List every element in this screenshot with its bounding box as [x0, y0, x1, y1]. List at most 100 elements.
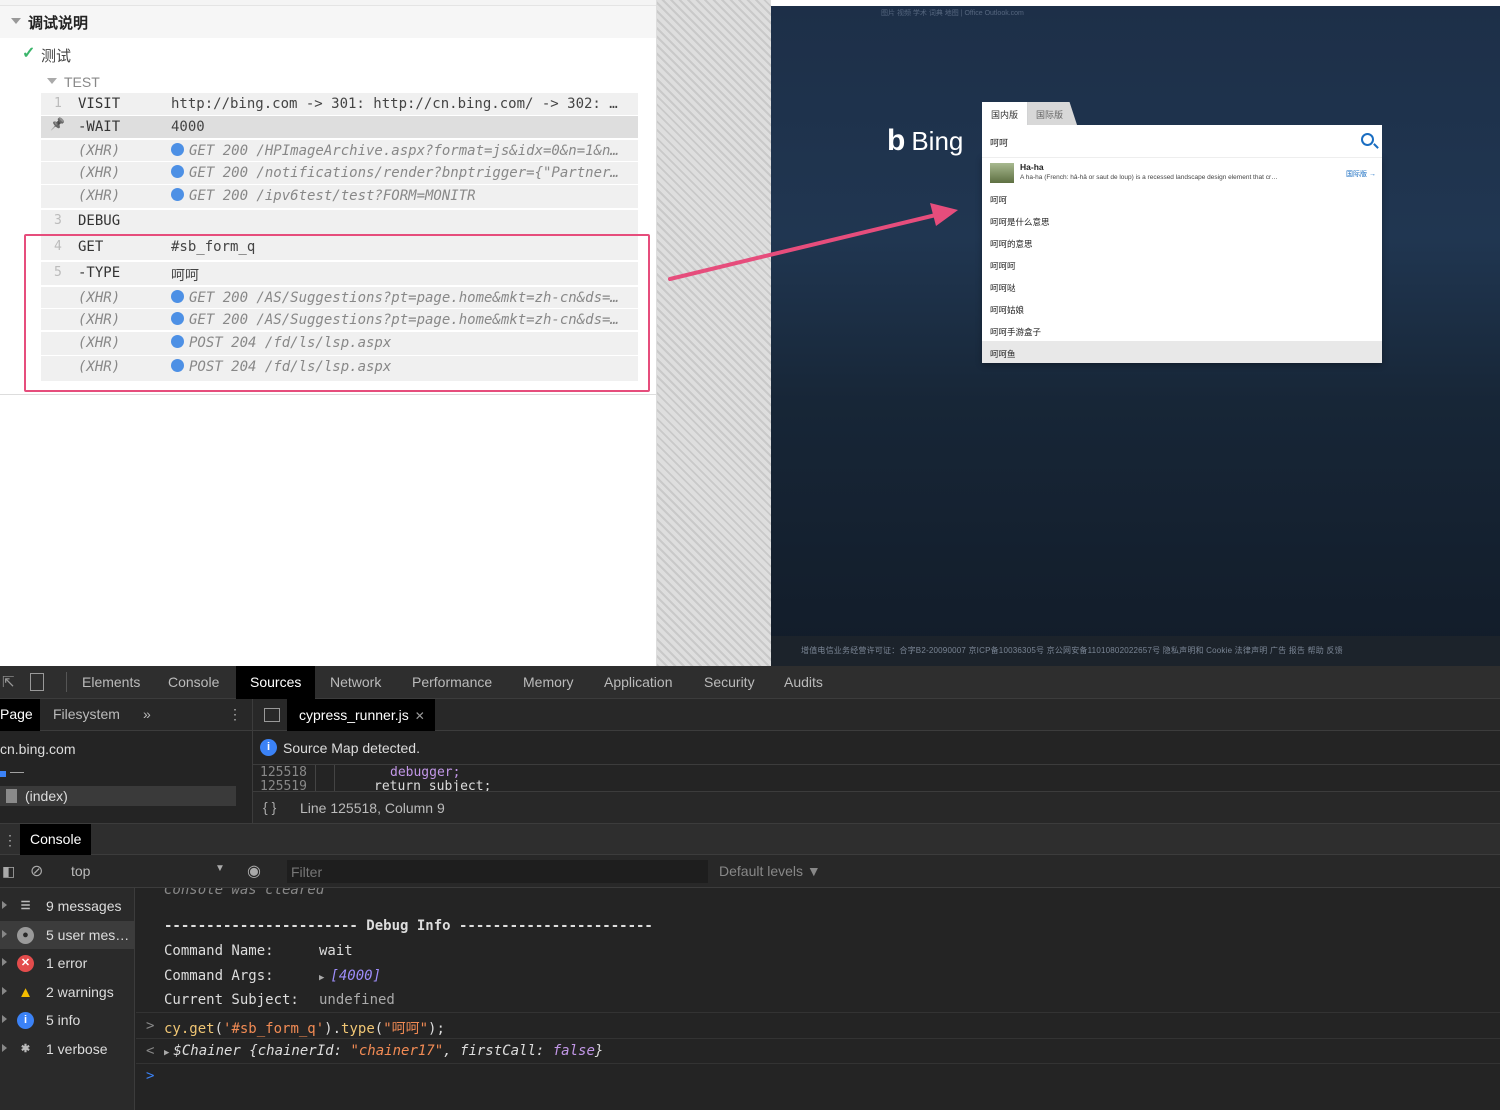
- more-tabs-icon[interactable]: »: [143, 699, 151, 731]
- command-row[interactable]: 📌 -WAIT 4000: [41, 116, 638, 139]
- code-editor[interactable]: 125518 125519 debugger; return subject;: [253, 765, 1500, 791]
- device-toggle-icon[interactable]: [30, 673, 44, 691]
- console-input-line: cy.get('#sb_form_q').type("呵呵");: [164, 1021, 445, 1037]
- tab-audits[interactable]: Audits: [770, 666, 837, 699]
- prompt-caret-icon[interactable]: >: [146, 1068, 154, 1084]
- context-selector[interactable]: top: [71, 863, 90, 879]
- file-tab[interactable]: cypress_runner.js ✕: [287, 699, 435, 731]
- tab-security[interactable]: Security: [690, 666, 769, 699]
- navigator-menu-icon[interactable]: ⋮: [228, 699, 242, 731]
- expand-arrow-icon[interactable]: [2, 1015, 7, 1024]
- expand-triangle-icon[interactable]: ▶: [164, 1048, 169, 1058]
- collapse-caret-icon[interactable]: [47, 78, 57, 84]
- test-row[interactable]: ✓ 测试: [0, 38, 656, 70]
- breakpoint-gutter[interactable]: [315, 765, 335, 791]
- command-row[interactable]: 1 VISIT http://bing.com -> 301: http://cn.…: [41, 93, 638, 116]
- suggestion-item[interactable]: 呵呵呵: [982, 253, 1382, 275]
- command-row[interactable]: (XHR) GET 200 /HPImageArchive.aspx?format…: [41, 140, 638, 162]
- collapse-caret-icon[interactable]: [11, 18, 21, 24]
- rich-suggestion[interactable]: Ha-ha A ha-ha (French: hâ-hâ or saut de …: [982, 157, 1382, 187]
- suggestion-item[interactable]: 呵呵的意思: [982, 231, 1382, 253]
- footer-links[interactable]: 增值电信业务经营许可证：合字B2-20090007 京ICP备10036305号…: [801, 645, 1343, 656]
- key-label: Command Args:: [164, 968, 274, 984]
- console-filter-item[interactable]: ▲ 2 warnings: [0, 978, 135, 1006]
- toggle-navigator-icon[interactable]: [264, 708, 280, 722]
- suggestion-item[interactable]: 呵呵鱼: [982, 341, 1382, 363]
- tab-memory[interactable]: Memory: [509, 666, 588, 699]
- sidebar-toggle-icon[interactable]: ◧: [2, 863, 15, 880]
- international-link[interactable]: 国际版 →: [1346, 169, 1376, 179]
- drawer-menu-icon[interactable]: ⋮: [3, 832, 17, 849]
- result-prefix: $Chainer {chainerId:: [173, 1043, 351, 1059]
- key-label: Current Subject:: [164, 992, 299, 1008]
- command-row[interactable]: (XHR) GET 200 /notifications/render?bnptr…: [41, 162, 638, 185]
- inspect-element-icon[interactable]: ⇱: [2, 673, 18, 691]
- line-number[interactable]: 125518: [260, 765, 307, 780]
- pretty-print-icon[interactable]: { }: [263, 799, 276, 815]
- app-preview: 图片 视频 学术 词典 地图 | Office Outlook.com b Bi…: [771, 6, 1500, 666]
- pin-icon[interactable]: 📌: [50, 117, 65, 131]
- editor-status-bar: { } Line 125518, Column 9: [253, 791, 1500, 823]
- suggestion-item[interactable]: 呵呵: [982, 187, 1382, 209]
- search-input[interactable]: 呵呵: [982, 125, 1382, 157]
- expand-arrow-icon[interactable]: [2, 929, 7, 938]
- expand-triangle-icon[interactable]: ▶: [319, 973, 324, 983]
- suggestion-item[interactable]: 呵呵手游盒子: [982, 319, 1382, 341]
- eye-icon[interactable]: ◉: [247, 861, 261, 881]
- divider: [0, 394, 656, 395]
- console-result-line[interactable]: ▶ $Chainer {chainerId: "chainer17", first…: [164, 1043, 603, 1059]
- tab-application[interactable]: Application: [590, 666, 687, 699]
- line-number[interactable]: 125519: [260, 779, 307, 791]
- suggestion-item[interactable]: 呵呵姑娘: [982, 297, 1382, 319]
- tab-network[interactable]: Network: [316, 666, 395, 699]
- tab-domestic[interactable]: 国内版: [982, 102, 1028, 125]
- tab-international[interactable]: 国际版: [1027, 102, 1078, 125]
- tree-file[interactable]: (index): [25, 788, 68, 804]
- command-args-row[interactable]: Command Args: ▶ [4000]: [164, 968, 381, 984]
- divider: [136, 1012, 1500, 1013]
- xhr-status-dot-icon: [171, 143, 184, 156]
- expand-arrow-icon[interactable]: [2, 958, 7, 967]
- expand-arrow-icon[interactable]: [2, 986, 7, 995]
- hook-row[interactable]: TEST: [0, 70, 656, 92]
- tab-console-drawer[interactable]: Console: [20, 824, 92, 856]
- xhr-status-dot-icon: [171, 188, 184, 201]
- tab-filesystem[interactable]: Filesystem: [53, 699, 120, 731]
- user-icon: ●: [17, 926, 34, 944]
- console-filter-item[interactable]: ☰ 9 messages: [0, 892, 135, 920]
- value[interactable]: ▶ [4000]: [319, 968, 381, 984]
- suggestion-item[interactable]: 呵呵哒: [982, 275, 1382, 297]
- command-row[interactable]: 3 DEBUG: [41, 210, 638, 235]
- value: wait: [319, 943, 353, 959]
- bing-logo[interactable]: b Bing: [887, 124, 963, 158]
- tree-folder[interactable]: —: [10, 763, 24, 779]
- command-row[interactable]: (XHR) GET 200 /ipv6test/test?FORM=MONITR: [41, 185, 638, 209]
- tab-performance[interactable]: Performance: [398, 666, 506, 699]
- log-levels-dropdown[interactable]: Default levels ▼: [719, 863, 821, 879]
- tab-elements[interactable]: Elements: [68, 666, 154, 699]
- search-icon[interactable]: [1361, 133, 1374, 146]
- close-icon[interactable]: ✕: [415, 709, 425, 723]
- filter-input[interactable]: Filter: [287, 860, 708, 883]
- xhr-text: GET 200 /notifications/render?bnptrigger…: [189, 165, 619, 181]
- expand-arrow-icon[interactable]: [2, 1044, 7, 1052]
- tab-console[interactable]: Console: [154, 666, 233, 699]
- console-filter-item[interactable]: ✱ 1 verbose: [0, 1035, 135, 1063]
- suite-row[interactable]: 调试说明: [0, 6, 656, 38]
- tree-domain[interactable]: cn.bing.com: [0, 741, 75, 757]
- command-log-panel: 调试说明 ✓ 测试 TEST 1 VISIT http://bing.com -> …: [0, 0, 657, 666]
- tab-page[interactable]: Page: [0, 699, 40, 731]
- console-filter-label: 9 messages: [46, 898, 122, 914]
- command-message: GET 200 /ipv6test/test?FORM=MONITR: [171, 188, 631, 204]
- top-nav-links[interactable]: 图片 视频 学术 词典 地图 | Office Outlook.com: [881, 8, 1024, 18]
- chevron-down-icon[interactable]: ▼: [215, 863, 225, 874]
- input-chevron-icon: >: [146, 1018, 155, 1034]
- tab-sources[interactable]: Sources: [236, 666, 316, 699]
- console-filter-item[interactable]: ● 5 user mes…: [0, 920, 135, 949]
- suggestion-thumbnail: [990, 163, 1014, 183]
- console-filter-item[interactable]: ✕ 1 error: [0, 949, 135, 977]
- suggestion-item[interactable]: 呵呵是什么意思: [982, 209, 1382, 231]
- console-filter-item[interactable]: i 5 info: [0, 1006, 135, 1034]
- expand-arrow-icon[interactable]: [2, 901, 7, 909]
- clear-console-icon[interactable]: ⊘: [30, 861, 43, 881]
